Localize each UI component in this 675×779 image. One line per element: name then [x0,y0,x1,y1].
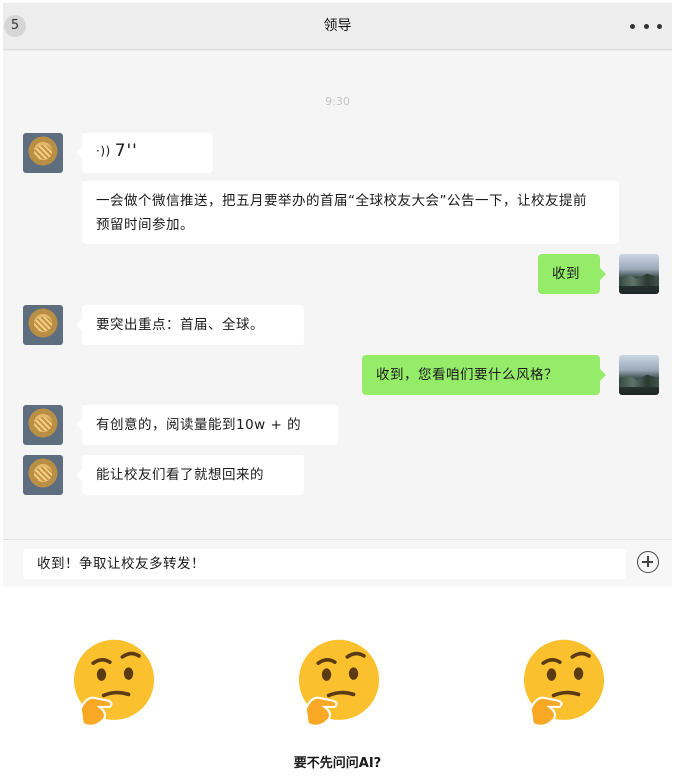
leader-avatar[interactable] [23,455,63,495]
ask-ai-caption: 要不先问问AI? [293,756,382,771]
message-bubble[interactable]: 要突出重点：首届、全球。 [76,305,304,345]
message-text: 能让校友们看了就想回来的 [96,467,264,483]
chat-title: 领导 [323,18,352,34]
message-bubble[interactable]: 能让校友们看了就想回来的 [76,455,304,495]
message-bubble-announcement[interactable]: 一会做个微信推送，把五月要举办的首届“全球校友大会”公告一下，让校友提前 预留时… [82,181,619,244]
leader-avatar[interactable] [23,305,63,345]
voice-wave-icon: ·)) [96,144,111,158]
voice-message-bubble[interactable]: ·)) 7'' [76,133,213,173]
message-text: 要突出重点：首届、全球。 [96,317,264,333]
voice-duration: 7'' [114,141,138,161]
message-text: 有创意的，阅读量能到10w + 的 [96,417,302,433]
input-bar: 收到！争取让校友多转发！ [3,539,672,587]
my-message-bubble[interactable]: 收到，您看咱们要什么风格？ [362,355,606,395]
leader-avatar[interactable] [23,405,63,445]
thinking-face-emoji [70,636,158,727]
my-message-bubble[interactable]: 收到 [538,254,606,294]
back-unread-badge[interactable]: 5 [4,15,26,37]
plus-circle-icon[interactable] [637,551,659,573]
message-timestamp: 9:30 [325,95,350,108]
message-text: 收到，您看咱们要什么风格？ [376,367,558,383]
thinking-face-emoji [295,636,383,727]
message-list[interactable]: 9:30 ·)) 7'' 一会做个微信推送，把五月要举办的首届“全球校友大会”公告… [3,51,672,539]
message-input[interactable]: 收到！争取让校友多转发！ [23,549,626,579]
message-text-line: 一会做个微信推送，把五月要举办的首届“全球校友大会”公告一下，让校友提前 [96,193,587,209]
my-avatar[interactable] [619,254,659,294]
leader-avatar[interactable] [23,133,63,173]
my-avatar[interactable] [619,355,659,395]
message-bubble[interactable]: 有创意的，阅读量能到10w + 的 [76,405,338,445]
thinking-face-emoji [520,636,608,727]
message-text: 收到 [552,266,580,282]
chat-window: 领导 5 9:30 ·)) 7'' 一会做个微信推送，把五月要举办的首届“全球校友… [3,3,672,587]
message-text-line: 预留时间参加。 [96,217,194,233]
chat-header: 领导 5 [3,3,672,50]
more-options-icon[interactable] [630,20,662,32]
